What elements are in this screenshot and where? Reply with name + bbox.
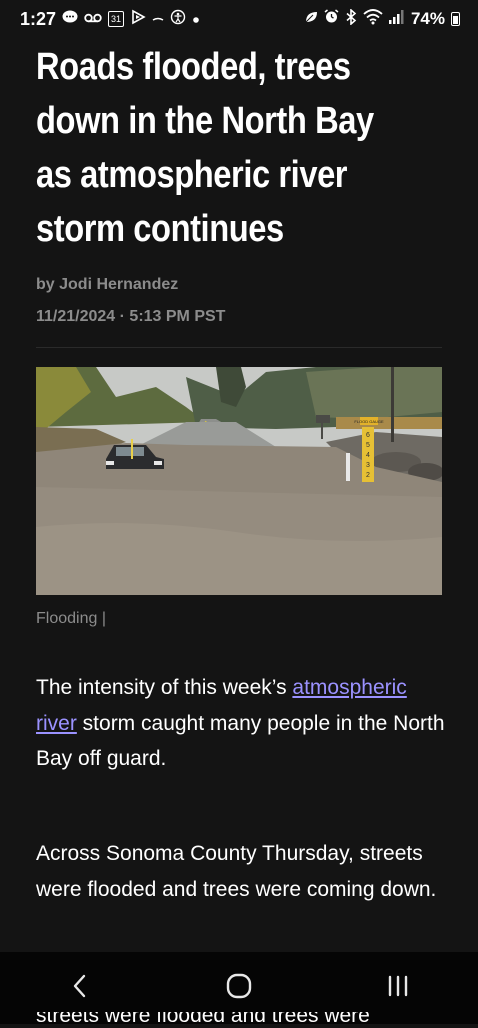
headline-line: storm continues — [36, 208, 284, 250]
status-left: 1:27 31 — [20, 9, 200, 30]
headline-line: as atmospheric river — [36, 154, 348, 196]
status-right: 74% — [304, 7, 460, 30]
wifi-icon — [363, 8, 383, 30]
divider — [36, 347, 442, 348]
home-button[interactable] — [209, 963, 269, 1013]
gauge-number: 3 — [366, 462, 370, 469]
image-caption: Flooding | — [36, 610, 106, 627]
play-icon — [130, 9, 146, 30]
headline-line: Roads flooded, trees — [36, 46, 351, 88]
signal-icon — [388, 9, 405, 29]
calendar-icon: 31 — [108, 11, 125, 27]
chat-icon — [62, 9, 78, 29]
battery-percent: 74% — [410, 9, 445, 28]
article-paragraph: The intensity of this week’s atmospheric… — [36, 670, 446, 777]
back-icon — [72, 973, 88, 1004]
status-time: 1:27 — [20, 8, 57, 29]
flood-gauge-label: FLOOD GAUGE — [354, 419, 384, 424]
back-button[interactable] — [50, 963, 110, 1013]
battery-icon — [451, 12, 460, 26]
calendar-day: 31 — [111, 14, 122, 24]
voicemail-icon — [84, 9, 102, 29]
paragraph-text: storm caught many people in the North Ba… — [36, 711, 445, 771]
status-bar: 1:27 31 74% — [0, 0, 478, 38]
accessibility-icon — [170, 9, 186, 30]
flood-scene-illustration: FLOOD GAUGE 6 5 4 3 2 — [36, 367, 442, 595]
home-icon — [226, 973, 252, 1004]
recents-icon — [386, 975, 410, 1002]
gauge-number: 6 — [366, 432, 370, 439]
leaf-icon — [304, 9, 318, 29]
gauge-number: 4 — [366, 452, 370, 459]
dot-icon — [192, 9, 200, 29]
bluetooth-icon — [345, 7, 357, 30]
hero-image[interactable]: FLOOD GAUGE 6 5 4 3 2 — [36, 367, 442, 595]
gauge-number: 2 — [366, 472, 370, 479]
paragraph-text: The intensity of this week’s — [36, 676, 293, 699]
article-paragraph: Across Sonoma County Thursday, streets w… — [36, 842, 437, 901]
publish-timestamp: 11/21/2024 · 5:13 PM PST — [36, 308, 226, 325]
headline-line: down in the North Bay — [36, 100, 374, 142]
alarm-icon — [324, 9, 339, 29]
author-byline[interactable]: by Jodi Hernandez — [36, 276, 178, 294]
article-headline: Roads flooded, trees down in the North B… — [36, 40, 440, 256]
recents-button[interactable] — [368, 963, 428, 1013]
minus-icon — [152, 9, 164, 29]
gauge-number: 5 — [366, 442, 370, 449]
